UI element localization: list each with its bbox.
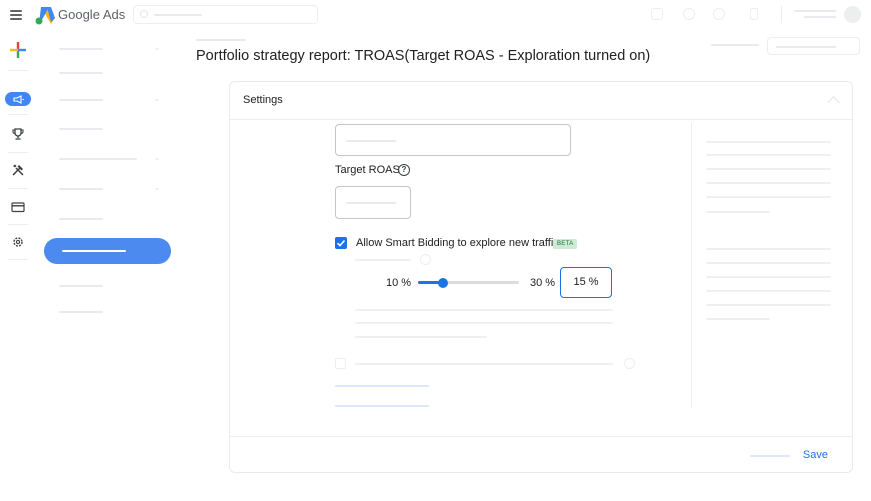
search-icon	[140, 10, 148, 18]
megaphone-icon	[12, 94, 24, 104]
settings-card-footer: Save	[230, 436, 852, 472]
help-circle-icon[interactable]: ?	[398, 164, 410, 176]
check-icon	[336, 239, 346, 247]
column-divider	[691, 122, 692, 408]
brand-name: Google Ads	[58, 7, 126, 22]
topbar-divider	[781, 6, 782, 23]
date-range-dropdown[interactable]	[767, 37, 860, 55]
notifications-icon[interactable]	[750, 8, 758, 20]
settings-card-header[interactable]: Settings	[230, 82, 852, 120]
refresh-icon[interactable]	[683, 8, 695, 20]
beta-badge: BETA	[553, 239, 578, 249]
help-icon[interactable]	[713, 8, 725, 20]
target-roas-input[interactable]	[335, 186, 411, 219]
settings-card: Settings Target ROAS ? Allow Smart Biddi…	[229, 81, 853, 473]
page-title: Portfolio strategy report: TROAS(Target …	[196, 48, 651, 64]
slider-min-label: 10 %	[386, 277, 412, 289]
info-icon	[624, 358, 635, 369]
menu-icon[interactable]	[10, 10, 22, 20]
bid-strategy-name-field[interactable]	[335, 124, 571, 156]
slider-thumb[interactable]	[438, 277, 449, 288]
settings-card-title: Settings	[243, 94, 283, 106]
info-icon	[420, 254, 431, 265]
google-ads-logo[interactable]	[34, 5, 56, 25]
chevron-up-icon[interactable]	[827, 96, 840, 109]
search-input[interactable]	[133, 5, 318, 24]
sidebar-item-active[interactable]	[44, 238, 171, 264]
explore-traffic-checkbox[interactable]	[335, 237, 347, 249]
reports-icon[interactable]	[651, 8, 663, 20]
target-roas-label: Target ROAS	[335, 164, 400, 176]
gear-icon[interactable]	[11, 235, 25, 249]
explore-traffic-label: Allow Smart Bidding to explore new traff…	[356, 237, 559, 249]
slider-max-label: 30 %	[530, 277, 556, 289]
avatar[interactable]	[844, 6, 861, 23]
trophy-icon[interactable]	[11, 127, 25, 141]
campaigns-nav-button[interactable]	[5, 92, 31, 106]
credit-card-icon[interactable]	[11, 200, 25, 214]
tools-icon[interactable]	[11, 163, 25, 177]
exploration-percent-input[interactable]: 15 %	[560, 267, 612, 298]
save-button[interactable]: Save	[803, 449, 828, 461]
plus-icon[interactable]	[10, 42, 26, 58]
option-checkbox[interactable]	[335, 358, 346, 369]
